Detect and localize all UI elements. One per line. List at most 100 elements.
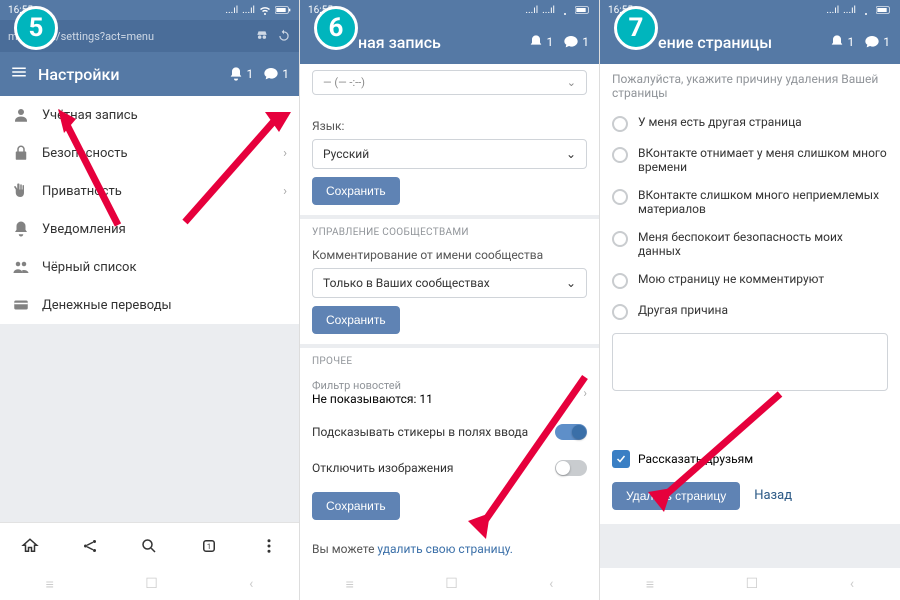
list-label: Денежные переводы [42, 298, 172, 313]
settings-item-notifications[interactable]: Уведомления [0, 210, 299, 248]
checkbox-checked-icon [612, 450, 630, 468]
reason-option[interactable]: У меня есть другая страница [600, 108, 900, 139]
radio-icon [612, 304, 628, 320]
nav-home-icon[interactable]: ☐ [445, 576, 458, 592]
status-icons: ...ıl ...ıl [225, 4, 291, 16]
nav-recent-icon[interactable]: ≡ [346, 576, 354, 593]
language-select[interactable]: Русский⌄ [312, 139, 587, 169]
settings-item-payments[interactable]: Денежные переводы [0, 286, 299, 324]
nav-recent-icon[interactable]: ≡ [46, 576, 54, 593]
nav-back-icon[interactable]: ‹ [249, 576, 253, 592]
vk-header: Настройки 1 1 [0, 52, 299, 96]
page-title: ение страницы [658, 33, 819, 52]
back-link[interactable]: Назад [754, 488, 792, 503]
wifi-icon [860, 4, 872, 16]
pane-step-7: 7 16:55 ...ıl...ıl ение страницы 1 1 Пож… [600, 0, 900, 600]
hamburger-icon[interactable] [10, 63, 28, 85]
nav-home-icon[interactable]: ☐ [145, 576, 158, 592]
page-title: ная запись [358, 33, 518, 52]
messages-icon[interactable]: 1 [563, 34, 589, 50]
share-icon[interactable] [81, 537, 99, 555]
language-label: Язык: [312, 119, 587, 133]
notifications-icon[interactable]: 1 [228, 66, 254, 82]
blocked-users-icon [12, 258, 30, 276]
reason-option[interactable]: Мою страницу не комментируют [600, 265, 900, 296]
disable-images-toggle-row[interactable]: Отключить изображения [300, 450, 599, 486]
radio-icon [612, 189, 628, 205]
save-button[interactable]: Сохранить [312, 306, 400, 334]
chevron-down-icon: ⌄ [566, 147, 576, 161]
news-filter-row[interactable]: Фильтр новостей Не показываются: 11 › [300, 371, 599, 414]
save-button[interactable]: Сохранить [312, 177, 400, 205]
status-icons: ...ıl...ıl [525, 4, 591, 16]
step-badge-5: 5 [14, 6, 58, 50]
reason-option[interactable]: Меня беспокоит безопасность моих данных [600, 223, 900, 265]
list-label: Безопасность [42, 146, 128, 161]
nav-back-icon[interactable]: ‹ [549, 576, 553, 592]
empty-area [0, 324, 299, 522]
wifi-icon [259, 4, 271, 16]
stickers-toggle-row[interactable]: Подсказывать стикеры в полях ввода [300, 414, 599, 450]
reason-option[interactable]: ВКонтакте слишком много неприемлемых мат… [600, 181, 900, 223]
list-label: Приватность [42, 184, 122, 199]
battery-icon [275, 5, 291, 15]
chevron-right-icon: › [583, 386, 587, 400]
home-icon[interactable] [21, 537, 39, 555]
pane-step-6: 6 16:55 ...ıl...ıl ная запись 1 1 — (— -… [300, 0, 600, 600]
notifications-icon[interactable]: 1 [528, 34, 554, 50]
search-icon[interactable] [140, 537, 158, 555]
battery-icon [876, 5, 892, 15]
pane-step-5: 5 16:55 ...ıl ...ıl m.vk.com/settings?ac… [0, 0, 300, 600]
refresh-icon[interactable] [277, 29, 291, 43]
status-icons: ...ıl...ıl [826, 4, 892, 16]
notifications-icon[interactable]: 1 [829, 34, 855, 50]
community-comment-label: Комментирование от имени сообщества [312, 248, 587, 262]
settings-item-security[interactable]: Безопасность › [0, 134, 299, 172]
reason-option[interactable]: ВКонтакте отнимает у меня слишком много … [600, 139, 900, 181]
messages-icon[interactable]: 1 [263, 66, 289, 82]
tell-friends-checkbox[interactable]: Рассказать друзьям [600, 442, 900, 476]
nav-home-icon[interactable]: ☐ [746, 576, 759, 592]
delete-page-button[interactable]: Удалить страницу [612, 482, 740, 510]
settings-item-privacy[interactable]: Приватность › [0, 172, 299, 210]
settings-item-account[interactable]: Учётная запись › [0, 96, 299, 134]
radio-icon [612, 273, 628, 289]
community-comment-select[interactable]: Только в Ваших сообществах⌄ [312, 268, 587, 298]
hand-icon [12, 182, 30, 200]
save-button[interactable]: Сохранить [312, 492, 400, 520]
bell-icon [12, 220, 30, 238]
nav-back-icon[interactable]: ‹ [850, 576, 854, 592]
delete-page-footer: Вы можете удалить свою страницу. [300, 530, 599, 568]
section-other: ПРОЧЕЕ [300, 348, 599, 371]
page-title: Настройки [38, 65, 218, 84]
lock-icon [12, 144, 30, 162]
radio-icon [612, 231, 628, 247]
radio-icon [612, 116, 628, 132]
user-icon [12, 106, 30, 124]
svg-text:1: 1 [207, 542, 211, 551]
android-nav-bar: ≡ ☐ ‹ [0, 568, 299, 600]
battery-icon [575, 5, 591, 15]
toggle-on-icon[interactable] [555, 424, 587, 440]
delete-page-link[interactable]: удалить свою страницу. [377, 542, 513, 556]
timezone-field-partial[interactable]: — (— -:--)⌄ [312, 70, 587, 95]
section-communities: УПРАВЛЕНИЕ СООБЩЕСТВАМИ [300, 219, 599, 242]
list-label: Уведомления [42, 222, 126, 237]
reason-textarea[interactable] [612, 333, 888, 391]
step-badge-7: 7 [614, 6, 658, 50]
toggle-off-icon[interactable] [555, 460, 587, 476]
android-nav-bar: ≡ ☐ ‹ [600, 568, 900, 600]
tabs-icon[interactable]: 1 [200, 537, 218, 555]
chevron-right-icon: › [283, 184, 287, 199]
list-label: Учётная запись [42, 108, 138, 123]
wifi-icon [559, 4, 571, 16]
messages-icon[interactable]: 1 [864, 34, 890, 50]
menu-dots-icon[interactable] [260, 537, 278, 555]
browser-bottom-bar: 1 [0, 522, 299, 568]
chevron-down-icon: ⌄ [566, 276, 576, 290]
settings-item-blacklist[interactable]: Чёрный список [0, 248, 299, 286]
nav-recent-icon[interactable]: ≡ [646, 576, 654, 593]
chevron-right-icon: › [283, 108, 287, 123]
chevron-right-icon: › [283, 146, 287, 161]
reason-option[interactable]: Другая причина [600, 296, 900, 327]
